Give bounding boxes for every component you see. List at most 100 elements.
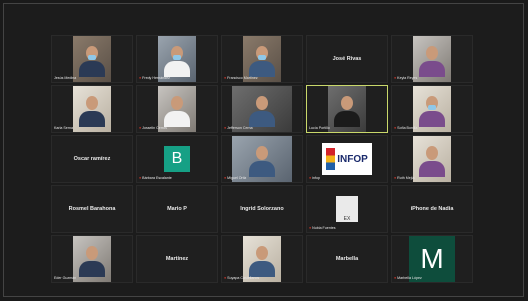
participant-name-label: ●Keyla Reyes — [394, 77, 417, 81]
participant-name-label: ●Nubia Fuentes — [309, 227, 336, 231]
participant-video — [73, 236, 111, 282]
participant-display-name: Rosmel Barahona — [68, 206, 116, 212]
person-silhouette — [249, 46, 275, 77]
participant-display-name: Mario P — [167, 206, 187, 212]
participant-name-text: Fredy Hernández — [142, 76, 170, 81]
participant-name-label: ●Jefferson Cerna — [224, 127, 253, 131]
person-silhouette — [419, 46, 445, 77]
person-silhouette — [419, 96, 445, 127]
participant-name-text: Jesús Medina — [54, 76, 77, 81]
participant-video — [413, 86, 451, 132]
participant-name-text: Karla Serna — [54, 126, 73, 131]
participant-tile[interactable]: EX ●Nubia Fuentes — [306, 185, 388, 233]
mic-off-icon: ● — [394, 276, 397, 281]
participant-name-label: Eder Guzmán — [54, 277, 76, 281]
participant-name-label: ●Josselin Cerros — [139, 127, 167, 131]
mic-off-icon: ● — [139, 126, 142, 131]
participant-video — [413, 36, 451, 82]
participant-name-text: Marbella López — [397, 276, 422, 281]
person-silhouette — [79, 96, 105, 127]
participant-name-label: ●Sofía Bonilla — [394, 127, 417, 131]
meeting-window: Jesús Medina ●Fredy Hernández ●Francisco M… — [3, 3, 524, 297]
participant-name-text: Keyla Reyes — [397, 76, 418, 81]
participant-name-label: ●Suyapa Castellanos — [224, 277, 259, 281]
participant-name-label: ●Ruth Mejía — [394, 177, 415, 181]
participant-name-text: Jefferson Cerna — [227, 126, 253, 131]
person-silhouette — [79, 246, 105, 277]
participant-tile[interactable]: ●Ruth Mejía — [391, 135, 473, 183]
participant-tile[interactable]: Mario P — [136, 185, 218, 233]
person-silhouette — [249, 96, 275, 127]
avatar-initial: M — [409, 236, 455, 282]
profile-image: EX — [336, 196, 358, 222]
person-silhouette — [419, 146, 445, 177]
participant-video — [73, 86, 111, 132]
participant-name-text: Suyapa Castellanos — [227, 276, 260, 281]
participant-video — [413, 136, 451, 182]
participant-tile[interactable]: Ingrid Solorzano — [221, 185, 303, 233]
face-mask — [258, 55, 266, 60]
participant-tile[interactable]: Eder Guzmán — [51, 235, 133, 283]
person-silhouette — [334, 96, 360, 127]
mic-off-icon: ● — [139, 176, 142, 181]
participant-video — [328, 86, 366, 132]
participant-tile[interactable]: Martínez — [136, 235, 218, 283]
participant-name-label: Karla Serna — [54, 127, 73, 131]
participant-name-text: Miguel Ortiz — [227, 176, 247, 181]
participant-tile[interactable]: Rosmel Barahona — [51, 185, 133, 233]
gallery-grid: Jesús Medina ●Fredy Hernández ●Francisco M… — [51, 35, 473, 283]
mic-off-icon: ● — [224, 276, 227, 281]
mic-off-icon: ● — [309, 176, 312, 181]
participant-tile[interactable]: Oscar ramírez — [51, 135, 133, 183]
participant-video — [73, 36, 111, 82]
mic-off-icon: ● — [139, 76, 142, 81]
participant-name-text: Ruth Mejía — [397, 176, 415, 181]
participant-tile[interactable]: Jesús Medina — [51, 35, 133, 83]
participant-tile[interactable]: INFOP ●infop — [306, 135, 388, 183]
participant-tile[interactable]: ●Sofía Bonilla — [391, 85, 473, 133]
participant-tile[interactable]: Lucía Portillo — [306, 85, 388, 133]
participant-tile[interactable]: José Rivas — [306, 35, 388, 83]
participant-tile[interactable]: Marbella — [306, 235, 388, 283]
participant-name-label: ●Marbella López — [394, 277, 422, 281]
participant-video — [158, 86, 196, 132]
participant-name-label: ●Bárbara Escalante — [139, 177, 172, 181]
participant-tile[interactable]: M ●Marbella López — [391, 235, 473, 283]
participant-tile[interactable]: Karla Serna — [51, 85, 133, 133]
participant-tile[interactable]: ●Keyla Reyes — [391, 35, 473, 83]
participant-tile[interactable]: iPhone de Nadia — [391, 185, 473, 233]
participant-tile[interactable]: ●Suyapa Castellanos — [221, 235, 303, 283]
participant-name-label: ●Fredy Hernández — [139, 77, 170, 81]
participant-name-label: Lucía Portillo — [309, 127, 330, 131]
participant-tile[interactable]: ●Francisco Martínez — [221, 35, 303, 83]
participant-name-text: Sofía Bonilla — [397, 126, 418, 131]
participant-video — [243, 36, 281, 82]
mic-off-icon: ● — [394, 76, 397, 81]
participant-name-text: Lucía Portillo — [309, 126, 330, 131]
participant-video — [243, 236, 281, 282]
logo-stripe — [326, 148, 336, 170]
participant-tile[interactable]: ●Josselin Cerros — [136, 85, 218, 133]
person-silhouette — [164, 96, 190, 127]
participant-name-label: ●Francisco Martínez — [224, 77, 258, 81]
participant-tile[interactable]: ●Jefferson Cerna — [221, 85, 303, 133]
face-mask — [428, 105, 436, 110]
infop-logo: INFOP — [322, 143, 372, 175]
participant-video — [232, 136, 292, 182]
participant-tile[interactable]: B ●Bárbara Escalante — [136, 135, 218, 183]
mic-off-icon: ● — [224, 76, 227, 81]
mic-off-icon: ● — [394, 176, 397, 181]
participant-display-name: iPhone de Nadia — [410, 206, 454, 212]
participant-display-name: Oscar ramírez — [73, 156, 111, 162]
participant-name-label: Jesús Medina — [54, 77, 76, 81]
participant-tile[interactable]: ●Miguel Ortiz — [221, 135, 303, 183]
person-silhouette — [79, 46, 105, 77]
participant-name-text: Francisco Martínez — [227, 76, 258, 81]
person-silhouette — [249, 146, 275, 177]
mic-off-icon: ● — [224, 176, 227, 181]
mic-off-icon: ● — [394, 126, 397, 131]
participant-name-text: Nubia Fuentes — [312, 226, 336, 231]
participant-tile[interactable]: ●Fredy Hernández — [136, 35, 218, 83]
participant-video — [158, 36, 196, 82]
participant-display-name: José Rivas — [332, 56, 362, 62]
